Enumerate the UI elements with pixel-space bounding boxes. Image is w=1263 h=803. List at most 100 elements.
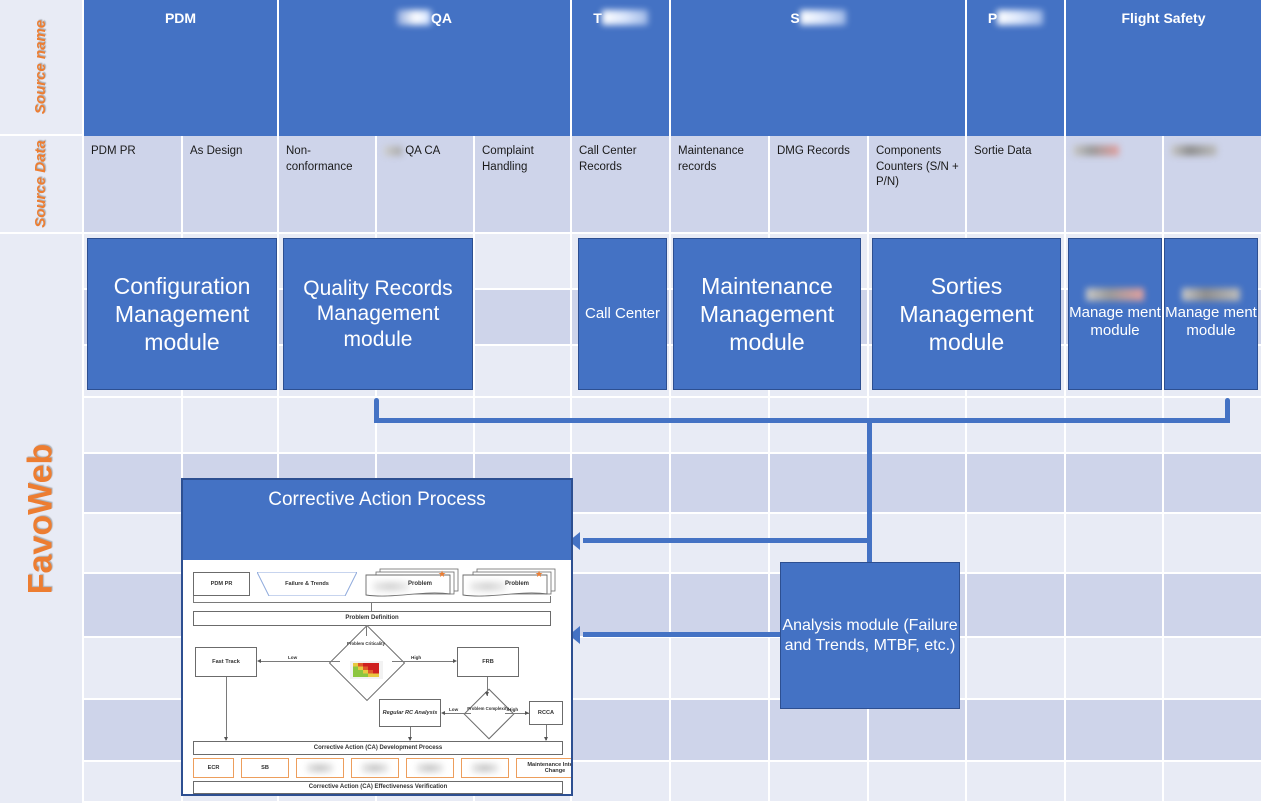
- source-name-header[interactable]: S: [671, 0, 967, 136]
- module-label: Sorties Management module: [899, 272, 1034, 356]
- grid-cell: [671, 762, 770, 803]
- flow-criticality-label: Problem Criticality: [347, 641, 385, 646]
- redacted-text: [1073, 145, 1119, 157]
- flow-regular-rc-analysis: Regular RC Analysis: [379, 699, 441, 727]
- corrective-action-process-panel[interactable]: Corrective Action Process PDM PR Failure…: [181, 478, 573, 796]
- source-name-header[interactable]: Flight Safety: [1066, 0, 1263, 136]
- grid-cell: [770, 700, 869, 762]
- source-name-label: Source name: [32, 19, 50, 115]
- source-data-text: Non-conformance: [286, 145, 353, 173]
- connector-right-vertical: [1225, 398, 1230, 420]
- module-box[interactable]: Sorties Management module: [872, 238, 1061, 390]
- source-name-text: T: [593, 10, 602, 26]
- grid-cell: [671, 574, 770, 638]
- source-name-text: QA: [431, 10, 452, 26]
- arrowhead-icon: [441, 710, 445, 715]
- source-data-text: PDM PR: [91, 145, 136, 157]
- module-box[interactable]: Maintenance Management module: [673, 238, 861, 390]
- module-box[interactable]: Configuration Management module: [87, 238, 277, 390]
- grid-cell: [967, 762, 1066, 803]
- grid-cell: [770, 762, 869, 803]
- module-box[interactable]: Manage ment module: [1068, 238, 1162, 390]
- grid-cell: [1066, 398, 1164, 454]
- module-label: Manage ment module: [1069, 303, 1161, 339]
- redacted-text: [601, 10, 648, 25]
- module-box[interactable]: Quality Records Management module: [283, 238, 473, 390]
- source-data-cell[interactable]: Complaint Handling: [475, 136, 572, 234]
- flow-input-failure-trends: Failure & Trends: [256, 571, 358, 597]
- grid-cell: [1164, 398, 1263, 454]
- source-data-cell[interactable]: As Design: [183, 136, 279, 234]
- grid-cell: [1164, 638, 1263, 700]
- source-name-header[interactable]: P: [967, 0, 1066, 136]
- grid-cell: [183, 398, 279, 454]
- grid-cell: [1066, 700, 1164, 762]
- source-data-cell[interactable]: PDM PR: [84, 136, 183, 234]
- row-label-source-data: Source Data: [0, 136, 84, 234]
- source-name-text: S: [790, 10, 800, 26]
- source-data-cell[interactable]: [1164, 136, 1263, 234]
- grid-cell: [869, 762, 967, 803]
- grid-cell: [279, 398, 377, 454]
- redacted-text: [1171, 145, 1217, 157]
- grid-cell: [1164, 700, 1263, 762]
- grid-cell: [572, 700, 671, 762]
- grid-cell: [770, 398, 869, 454]
- grid-cell: [572, 638, 671, 700]
- grid-cell: [475, 234, 572, 290]
- grid-cell: [1066, 638, 1164, 700]
- ca-item-label: Maintenance Interval Change: [527, 761, 573, 774]
- cap-flowchart: PDM PR Failure & Trends Problem ★ Proble…: [183, 560, 571, 794]
- source-data-cell[interactable]: Call Center Records: [572, 136, 671, 234]
- flow-complexity-diamond: [463, 688, 515, 740]
- module-label: Manage ment module: [1165, 303, 1257, 339]
- source-name-header[interactable]: QA: [279, 0, 572, 136]
- grid-cell: [1164, 762, 1263, 803]
- module-label: Maintenance Management module: [699, 272, 835, 356]
- grid-cell: [671, 514, 770, 574]
- grid-cell: [967, 454, 1066, 514]
- grid-cell: [967, 638, 1066, 700]
- redacted-text: [472, 764, 498, 772]
- arrowhead-icon: [525, 710, 529, 715]
- analysis-module-box[interactable]: Analysis module (Failure and Trends, MTB…: [780, 562, 960, 709]
- source-data-text: Sortie Data: [974, 145, 1032, 157]
- source-data-cell[interactable]: Components Counters (S/N + P/N): [869, 136, 967, 234]
- source-data-text: Complaint Handling: [482, 145, 534, 173]
- flow-ca-item: [296, 758, 344, 778]
- source-name-header[interactable]: T: [572, 0, 671, 136]
- flow-rcca: RCCA: [529, 701, 563, 725]
- redacted-text: [470, 582, 506, 591]
- source-data-cell[interactable]: Maintenance records: [671, 136, 770, 234]
- star-icon: ★: [535, 569, 544, 579]
- flow-fast-track: Fast Track: [195, 647, 257, 677]
- source-data-cell[interactable]: QA CA: [377, 136, 475, 234]
- grid-cell: [572, 454, 671, 514]
- source-name-text: PDM: [164, 10, 197, 26]
- grid-cell: [572, 514, 671, 574]
- grid-cell: [671, 454, 770, 514]
- module-label: Configuration Management module: [113, 272, 251, 356]
- grid-cell: [1066, 762, 1164, 803]
- grid-cell: [1066, 574, 1164, 638]
- grid-cell: [1066, 514, 1164, 574]
- module-box[interactable]: Manage ment module: [1164, 238, 1258, 390]
- source-data-cell[interactable]: [1066, 136, 1164, 234]
- flow-problem-definition: Problem Definition: [193, 611, 551, 626]
- module-box[interactable]: Call Center: [578, 238, 667, 390]
- grid-cell: [967, 398, 1066, 454]
- source-data-cell[interactable]: Sortie Data: [967, 136, 1066, 234]
- grid-cell: [967, 574, 1066, 638]
- flow-ca-effectiveness-verification: Corrective Action (CA) Effectiveness Ver…: [193, 781, 563, 794]
- grid-cell: [84, 454, 183, 514]
- source-name-header[interactable]: PDM: [84, 0, 279, 136]
- row-label-favoweb: FavoWeb: [0, 234, 84, 803]
- source-data-cell[interactable]: Non-conformance: [279, 136, 377, 234]
- flow-ca-development-process: Corrective Action (CA) Development Proce…: [193, 741, 563, 755]
- source-data-cell[interactable]: DMG Records: [770, 136, 869, 234]
- flow-ca-item: [461, 758, 509, 778]
- redacted-text: [417, 764, 443, 772]
- flow-frb: FRB: [457, 647, 519, 677]
- flow-input-failure-trends-label: Failure & Trends: [285, 581, 329, 587]
- grid-cell: [869, 454, 967, 514]
